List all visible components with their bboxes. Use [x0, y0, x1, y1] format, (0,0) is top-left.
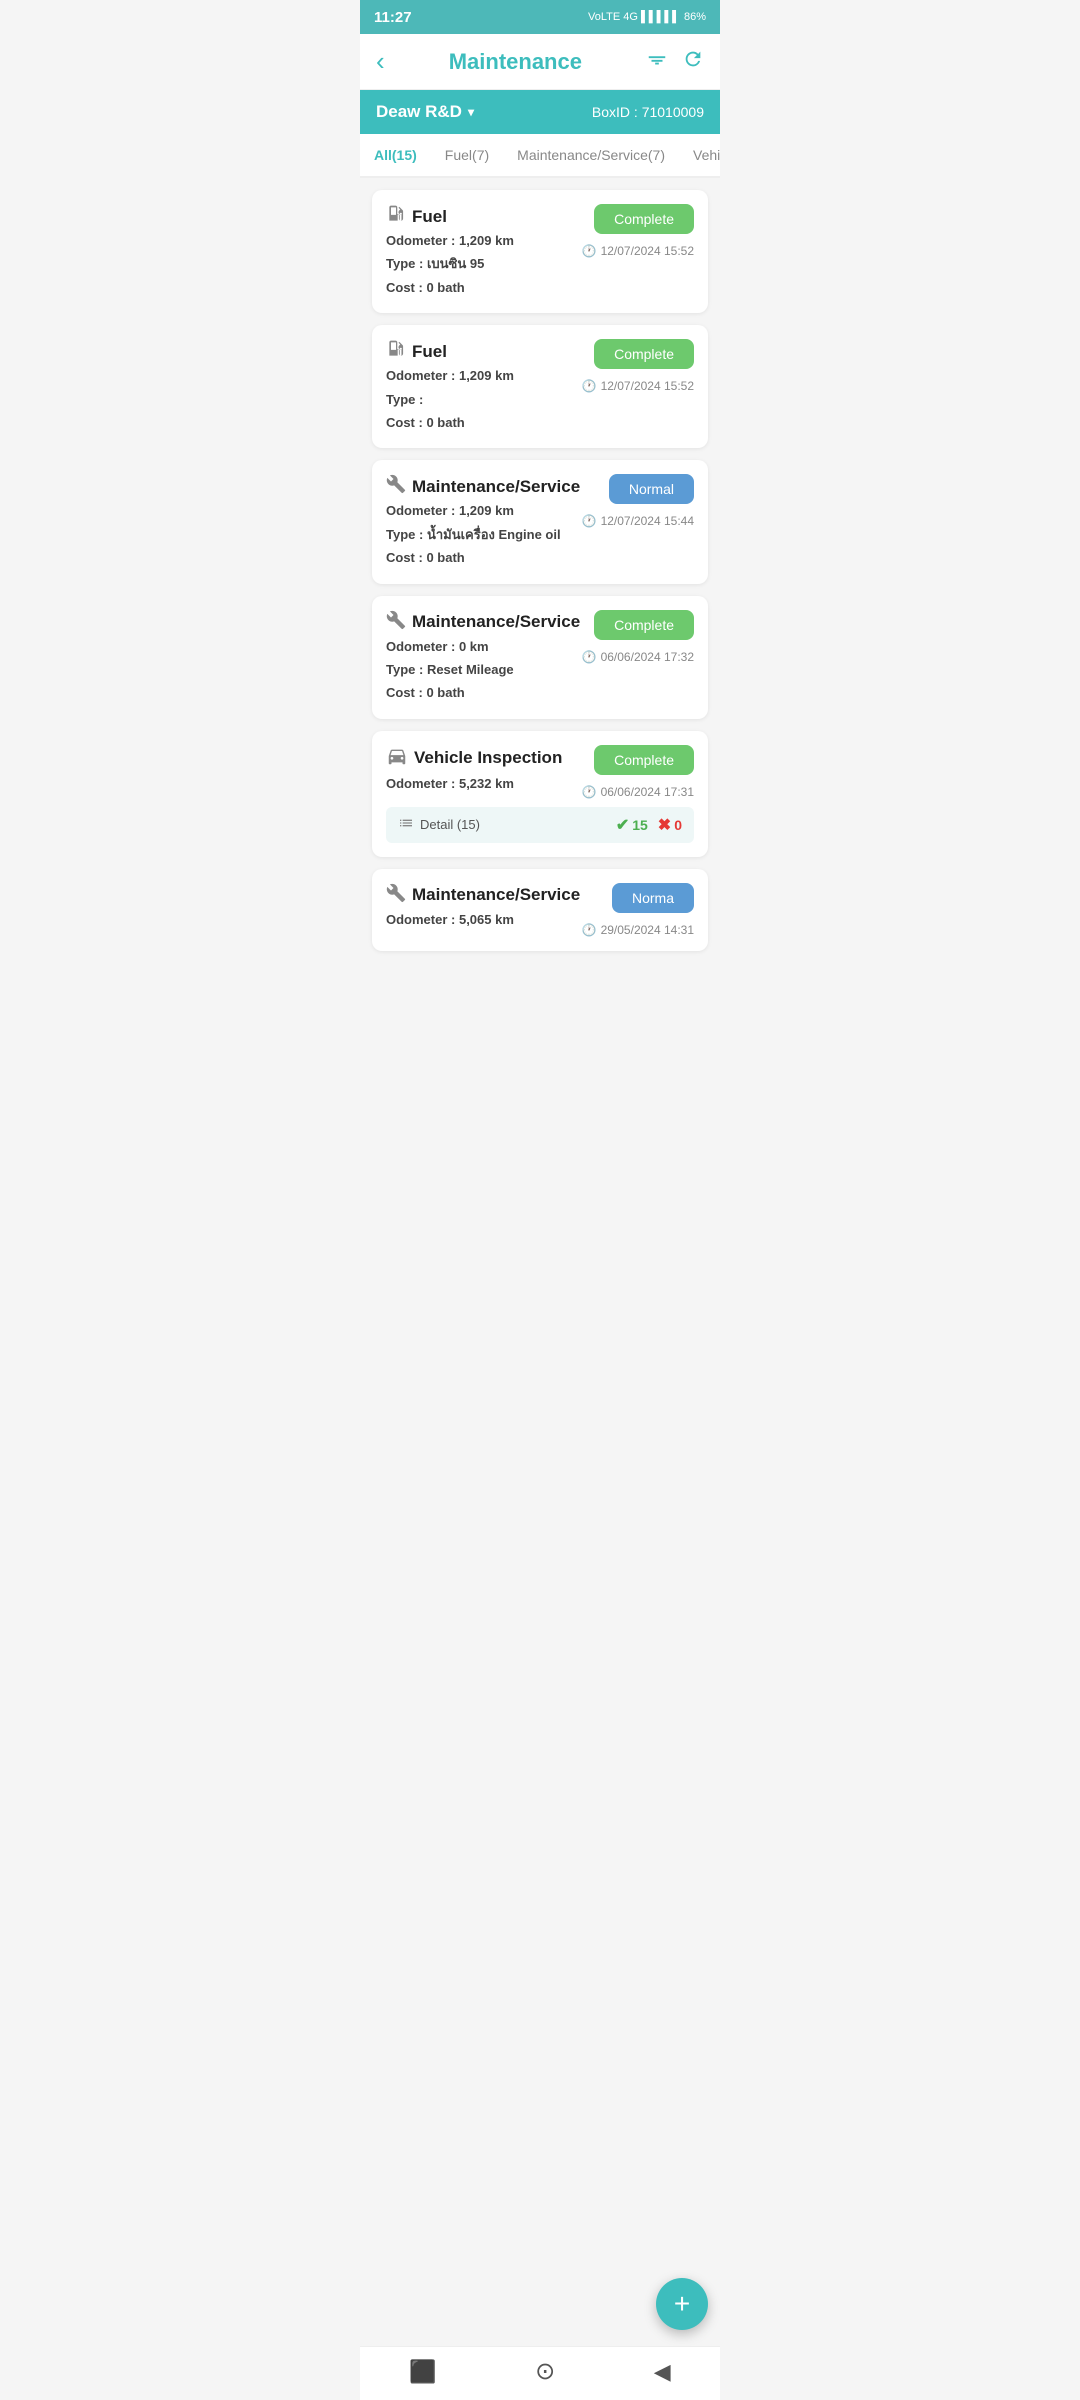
card-title-3: Maintenance/Service: [386, 474, 582, 499]
list-icon: [398, 815, 414, 834]
home-icon[interactable]: ⬛: [409, 2359, 436, 2385]
detail-label: Detail (15): [398, 815, 480, 834]
clock-icon-4: 🕐: [582, 650, 597, 664]
fab-add-button[interactable]: +: [656, 2278, 708, 2330]
page-title: Maintenance: [449, 49, 582, 75]
card-title-text-1: Fuel: [412, 207, 447, 227]
card-right-2: Complete 🕐 12/07/2024 15:52: [582, 339, 694, 393]
status-btn-3[interactable]: Normal: [609, 474, 694, 504]
status-btn-4[interactable]: Complete: [594, 610, 694, 640]
status-bar: 11:27 VoLTE 4G ▌▌▌▌▌ 86%: [360, 0, 720, 34]
status-time: 11:27: [374, 9, 412, 26]
card-detail-4: Odometer : 0 km Type : Reset Mileage Cos…: [386, 635, 582, 705]
plus-icon: +: [674, 2288, 690, 2320]
tab-all[interactable]: All(15): [360, 134, 431, 178]
card-date-1: 🕐 12/07/2024 15:52: [582, 244, 694, 258]
card-vehicle-inspection[interactable]: Vehicle Inspection Odometer : 5,232 km C…: [372, 731, 708, 857]
status-btn-1[interactable]: Complete: [594, 204, 694, 234]
card-title-2: Fuel: [386, 339, 582, 364]
card-info-3: Maintenance/Service Odometer : 1,209 km …: [386, 474, 582, 569]
tab-maintenance[interactable]: Maintenance/Service(7): [503, 134, 679, 178]
battery-percent: 86%: [684, 11, 706, 23]
card-right-4: Complete 🕐 06/06/2024 17:32: [582, 610, 694, 664]
wrench-icon-2: [386, 610, 406, 635]
card-info-2: Fuel Odometer : 1,209 km Type : Cost : 0…: [386, 339, 582, 434]
wrench-icon-3: [386, 883, 406, 908]
wrench-icon-1: [386, 474, 406, 499]
status-btn-6[interactable]: Norma: [612, 883, 694, 913]
count-fail: ✖ 0: [658, 815, 682, 835]
card-info-1: Fuel Odometer : 1,209 km Type : เบนซิน 9…: [386, 204, 582, 299]
clock-icon-3: 🕐: [582, 514, 597, 528]
status-btn-5[interactable]: Complete: [594, 745, 694, 775]
card-title-text-3: Maintenance/Service: [412, 477, 580, 497]
card-info-6: Maintenance/Service Odometer : 5,065 km: [386, 883, 582, 931]
card-title-5: Vehicle Inspection: [386, 745, 582, 772]
box-id: BoxID : 71010009: [592, 104, 704, 120]
car-icon: [386, 745, 408, 772]
card-title-text-2: Fuel: [412, 342, 447, 362]
card-right-5: Complete 🕐 06/06/2024 17:31: [582, 745, 694, 799]
header: ‹ Maintenance: [360, 34, 720, 90]
clock-icon-5: 🕐: [582, 785, 597, 799]
fuel-icon-1: [386, 204, 406, 229]
fuel-icon-2: [386, 339, 406, 364]
card-detail-3: Odometer : 1,209 km Type : น้ำมันเครื่อง…: [386, 499, 582, 569]
card-title-6: Maintenance/Service: [386, 883, 582, 908]
clock-icon-2: 🕐: [582, 379, 597, 393]
card-info-5: Vehicle Inspection Odometer : 5,232 km: [386, 745, 582, 795]
card-date-6: 🕐 29/05/2024 14:31: [582, 923, 694, 937]
card-fuel-1[interactable]: Fuel Odometer : 1,209 km Type : เบนซิน 9…: [372, 190, 708, 313]
bottom-spacer: [372, 963, 708, 1043]
header-actions: [646, 48, 704, 76]
org-selector[interactable]: Deaw R&D ▾: [376, 102, 474, 122]
card-right-3: Normal 🕐 12/07/2024 15:44: [582, 474, 694, 528]
cross-icon: ✖: [658, 815, 671, 835]
status-icons: VoLTE 4G ▌▌▌▌▌ 86%: [588, 11, 706, 23]
count-ok: ✔ 15: [616, 815, 648, 835]
card-right-6: Norma 🕐 29/05/2024 14:31: [582, 883, 694, 937]
status-btn-2[interactable]: Complete: [594, 339, 694, 369]
clock-icon-6: 🕐: [582, 923, 597, 937]
card-fuel-2[interactable]: Fuel Odometer : 1,209 km Type : Cost : 0…: [372, 325, 708, 448]
card-info-4: Maintenance/Service Odometer : 0 km Type…: [386, 610, 582, 705]
org-name: Deaw R&D: [376, 102, 462, 122]
card-title-text-6: Maintenance/Service: [412, 885, 580, 905]
circle-icon[interactable]: ⊙: [535, 2357, 555, 2386]
chevron-down-icon: ▾: [468, 105, 474, 119]
sub-header: Deaw R&D ▾ BoxID : 71010009: [360, 90, 720, 134]
card-detail-1: Odometer : 1,209 km Type : เบนซิน 95 Cos…: [386, 229, 582, 299]
tab-vehicle[interactable]: Vehicle Inspection(: [679, 134, 720, 178]
bottom-nav: ⬛ ⊙ ◀: [360, 2346, 720, 2400]
checkmark-icon: ✔: [616, 815, 629, 835]
card-date-4: 🕐 06/06/2024 17:32: [582, 650, 694, 664]
card-maintenance-1[interactable]: Maintenance/Service Odometer : 1,209 km …: [372, 460, 708, 583]
card-detail-6: Odometer : 5,065 km: [386, 908, 582, 931]
cards-list: Fuel Odometer : 1,209 km Type : เบนซิน 9…: [360, 178, 720, 1055]
card-date-2: 🕐 12/07/2024 15:52: [582, 379, 694, 393]
card-detail-2: Odometer : 1,209 km Type : Cost : 0 bath: [386, 364, 582, 434]
signal-icon: VoLTE 4G ▌▌▌▌▌: [588, 11, 680, 23]
detail-counts: ✔ 15 ✖ 0: [616, 815, 682, 835]
card-detail-5: Odometer : 5,232 km: [386, 772, 582, 795]
card-date-5: 🕐 06/06/2024 17:31: [582, 785, 694, 799]
vehicle-detail-row[interactable]: Detail (15) ✔ 15 ✖ 0: [386, 807, 694, 843]
card-maintenance-2[interactable]: Maintenance/Service Odometer : 0 km Type…: [372, 596, 708, 719]
back-button[interactable]: ‹: [376, 46, 385, 77]
card-title-1: Fuel: [386, 204, 582, 229]
card-title-text-5: Vehicle Inspection: [414, 748, 562, 768]
clock-icon-1: 🕐: [582, 244, 597, 258]
tab-fuel[interactable]: Fuel(7): [431, 134, 503, 178]
back-nav-icon[interactable]: ◀: [654, 2359, 671, 2385]
tabs: All(15) Fuel(7) Maintenance/Service(7) V…: [360, 134, 720, 178]
card-title-text-4: Maintenance/Service: [412, 612, 580, 632]
filter-icon[interactable]: [646, 48, 668, 76]
card-date-3: 🕐 12/07/2024 15:44: [582, 514, 694, 528]
card-right-1: Complete 🕐 12/07/2024 15:52: [582, 204, 694, 258]
card-maintenance-3[interactable]: Maintenance/Service Odometer : 5,065 km …: [372, 869, 708, 951]
refresh-icon[interactable]: [682, 48, 704, 76]
card-title-4: Maintenance/Service: [386, 610, 582, 635]
